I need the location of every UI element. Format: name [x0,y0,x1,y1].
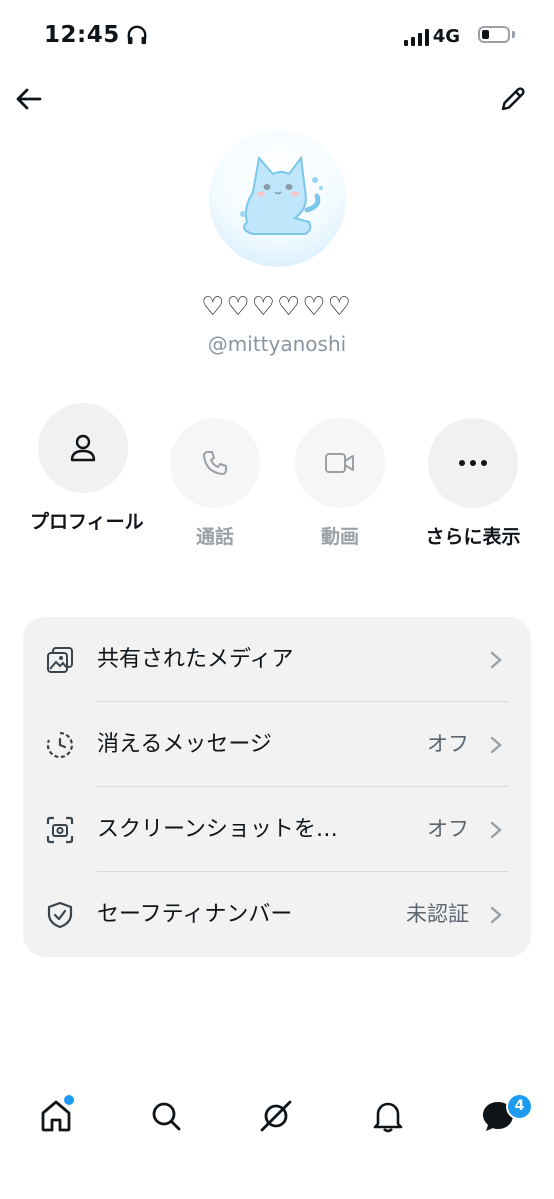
call-button-label: 通話 [195,526,234,548]
profile-button[interactable]: プロフィール [18,403,148,536]
messages-badge: 4 [506,1093,533,1120]
chevron-right-icon [490,906,502,924]
status-time-text: 12:45 [44,22,120,48]
call-button-circle[interactable] [170,418,260,508]
screenshot-title: スクリーンショットを… [97,817,338,842]
more-button[interactable]: さらに表示 [408,418,538,551]
display-name: ♡♡♡♡♡♡ [201,292,353,322]
user-handle: @mittyanoshi [207,332,347,356]
more-icon [459,460,487,466]
video-button-circle[interactable] [295,418,385,508]
screenshot-row[interactable]: スクリーンショットを… オフ [23,787,531,872]
network-label: 4G [432,26,460,47]
more-button-label: さらに表示 [425,526,521,548]
avatar[interactable] [209,130,346,267]
shield-icon [47,901,73,929]
video-icon [325,453,354,473]
grok-icon[interactable] [258,1098,294,1134]
edit-button[interactable] [498,84,528,114]
video-button[interactable]: 動画 [275,418,405,551]
search-icon[interactable] [148,1098,184,1134]
chevron-right-icon [490,821,502,839]
more-button-circle[interactable] [428,418,518,508]
media-icon [47,647,73,673]
disappearing-messages-row[interactable]: 消えるメッセージ オフ [23,702,531,787]
profile-button-label: プロフィール [30,511,144,533]
battery-icon [478,26,510,43]
chevron-right-icon [490,651,502,669]
chevron-right-icon [490,736,502,754]
status-time: 12:45 [44,22,148,48]
call-button[interactable]: 通話 [150,418,280,551]
bell-icon[interactable] [370,1098,406,1134]
shared-media-row[interactable]: 共有されたメディア [23,617,531,702]
back-button[interactable] [14,84,44,114]
avatar-illustration [240,155,323,235]
timer-icon [46,731,73,759]
shared-media-title: 共有されたメディア [97,647,294,672]
home-notification-dot [62,1093,76,1107]
phone-icon [203,451,227,475]
disappearing-messages-value: オフ [427,732,469,756]
headphones-icon [127,25,147,45]
screenshot-value: オフ [427,817,469,841]
screenshot-icon [46,816,74,844]
battery-tip [512,31,515,38]
video-button-label: 動画 [320,526,359,548]
person-icon [70,434,96,462]
conversation-settings-card: 共有されたメディア 消えるメッセージ オフ スクリーンショットを… オフ セーフ… [23,617,531,957]
safety-number-title: セーフティナンバー [97,902,293,927]
disappearing-messages-title: 消えるメッセージ [97,732,272,757]
profile-button-circle[interactable] [38,403,128,493]
safety-number-row[interactable]: セーフティナンバー 未認証 [23,872,531,957]
safety-number-value: 未認証 [406,902,469,926]
signal-icon [404,28,429,46]
